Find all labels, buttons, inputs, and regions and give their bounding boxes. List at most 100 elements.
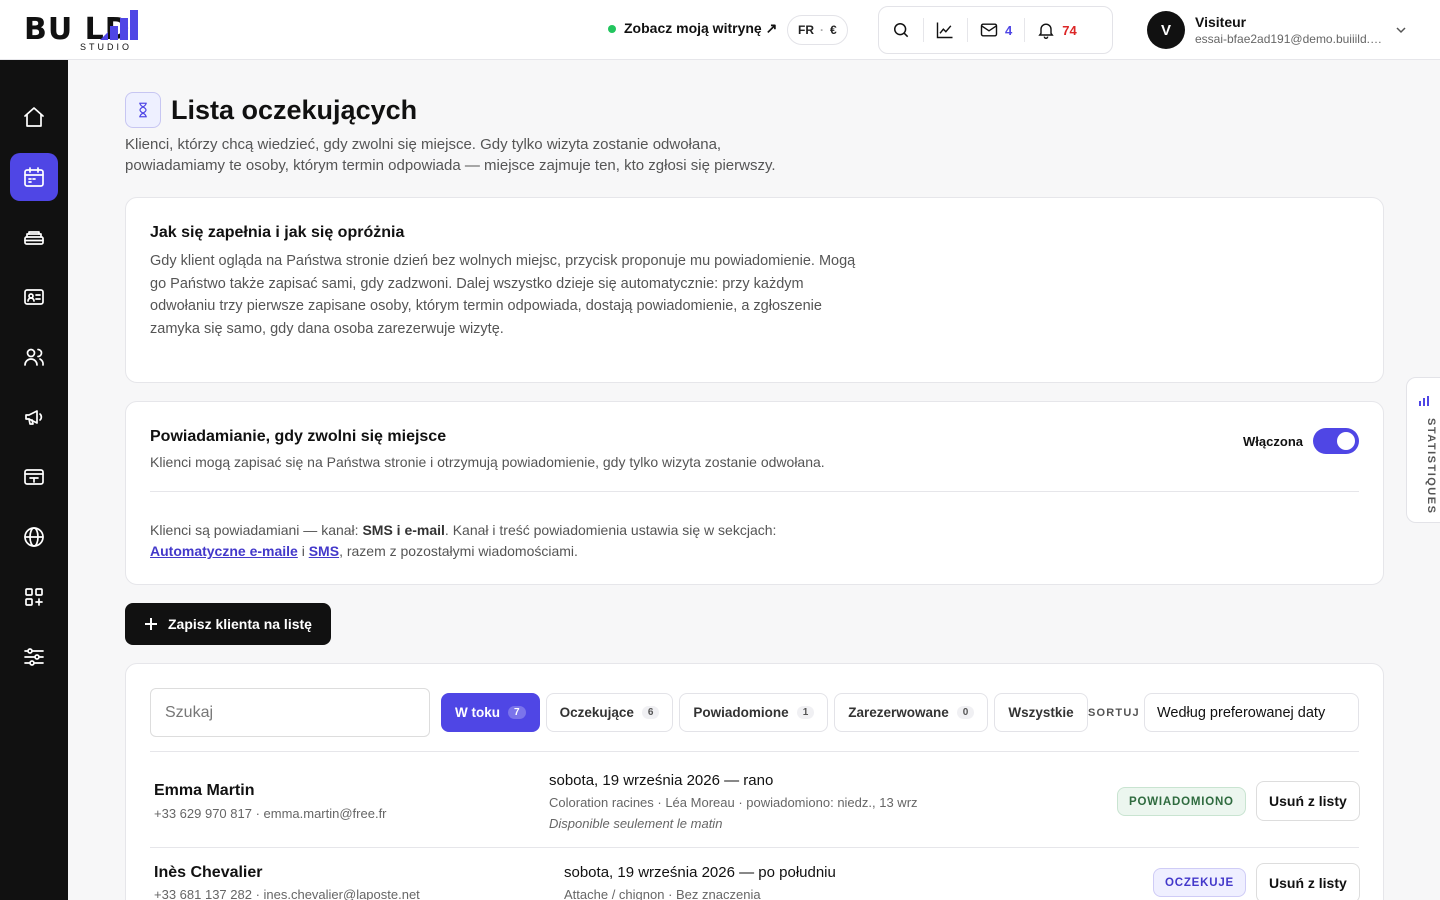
toggle-label: Włączona [1243,433,1303,449]
filter-label: Oczekujące [559,705,634,720]
request-details: Attache / chignon · Bez znaczenia [564,887,761,900]
filter-all[interactable]: Wszystkie [994,693,1088,732]
sidebar-item-calendar[interactable] [10,153,58,201]
info-channel: SMS i e-mail [362,522,445,538]
filter-count: 1 [796,706,815,719]
client-contact: +33 681 137 282 · ines.chevalier@laposte… [154,887,420,900]
sidebar-item-apps[interactable] [10,573,58,621]
status-badge: POWIADOMIONO [1117,787,1246,816]
page-title: Lista oczekujących [171,94,418,125]
list-divider [150,847,1359,848]
how-it-works-text: Gdy klient ogląda na Państwa stronie dzi… [150,253,856,337]
info-middle: . Kanał i treść powiadomienia ustawia si… [444,522,777,538]
megaphone-icon [25,410,43,425]
filter-count: 6 [641,706,660,719]
user-menu[interactable]: V Visiteur essai-bfae2ad191@demo.buiiild… [1147,11,1385,49]
sort-label: SORTUJ [1088,707,1140,719]
apps-icon [25,588,43,606]
notifications-button[interactable]: 74 [1024,6,1088,54]
sidebar-item-checkout[interactable] [10,453,58,501]
filter-label: Wszystkie [1008,705,1074,720]
automatic-emails-link[interactable]: Automatyczne e-maile [150,543,298,559]
sidebar-item-contacts[interactable] [10,273,58,321]
info-suffix: , razem z pozostałymi wiadomościami. [339,543,578,559]
header-tools: 4 74 [878,6,1113,54]
preferred-date: sobota, 19 września 2026 — po południu [564,864,836,881]
search-button[interactable] [879,6,923,54]
cash-register-icon [24,469,44,485]
preferred-date: sobota, 19 września 2026 — rano [549,772,774,789]
page-header: Lista oczekujących Klienci, którzy chcą … [125,92,1384,176]
notification-settings-card: Powiadamianie, gdy zwolni się miejsce Kl… [125,401,1384,585]
add-client-label: Zapisz klienta na listę [168,616,312,632]
messages-button[interactable]: 4 [967,6,1024,54]
sidebar-item-services[interactable] [10,213,58,261]
hourglass-icon [139,102,147,118]
user-name: Visiteur [1195,14,1247,30]
messages-count: 4 [1005,22,1013,38]
bell-icon [1038,23,1054,39]
view-site-link[interactable]: Zobacz moją witrynę ↗ [608,20,777,37]
client-name: Inès Chevalier [154,864,263,881]
remove-from-list-button[interactable]: Usuń z listy [1256,863,1360,900]
stats-button[interactable] [923,6,967,54]
statistics-side-tab[interactable]: STATISTIQUES [1406,377,1440,523]
filter-label: W toku [455,705,500,720]
info-prefix: Klienci są powiadamiani — kanał: [150,522,363,538]
search-icon [894,23,909,38]
filter-count: 7 [508,706,526,719]
live-status-dot [608,24,616,33]
language-separator: · [820,23,824,37]
client-name: Emma Martin [154,782,255,799]
title-row: Lista oczekujących [125,92,1384,128]
bar-chart-icon [1419,396,1429,406]
home-icon [24,107,44,127]
sort-select[interactable]: Według preferowanej daty [1144,693,1359,732]
client-note: Disponible seulement le matin [549,816,723,831]
filter-booked[interactable]: Zarezerwowane 0 [834,693,989,732]
build-studio-logo[interactable]: BU LD STUDIO [24,8,184,52]
status-filters: W toku 7 Oczekujące 6 Powiadomione 1 Zar… [441,693,1088,732]
user-email: essai-bfae2ad191@demo.buiiild.c... [1195,32,1385,46]
logo-bars-icon [100,10,138,40]
currency-symbol: € [830,23,837,37]
notification-channel-info: Klienci są powiadamiani — kanał: SMS i e… [150,520,776,562]
list-divider [150,751,1359,752]
logo-subtitle: STUDIO [80,42,133,52]
sidebar-item-clients[interactable] [10,333,58,381]
chevron-down-icon[interactable] [1395,24,1407,36]
notification-title: Powiadamianie, gdy zwolni się miejsce [150,428,447,445]
sliders-icon [24,648,44,666]
sidebar [0,60,68,900]
sidebar-item-marketing[interactable] [10,393,58,441]
notification-toggle[interactable] [1313,428,1359,454]
remove-from-list-button[interactable]: Usuń z listy [1256,781,1360,821]
status-badge: OCZEKUJE [1153,868,1247,897]
client-contact: +33 629 970 817 · emma.martin@free.fr [154,806,387,821]
top-bar: BU LD STUDIO Zobacz moją witrynę ↗ FR · … [0,0,1440,60]
contact-card-icon [24,289,44,305]
services-icon [24,231,44,245]
filter-label: Zarezerwowane [848,705,949,720]
filter-waiting[interactable]: Oczekujące 6 [545,693,674,732]
language-code: FR [798,23,814,37]
search-input[interactable] [150,688,430,737]
filter-notified[interactable]: Powiadomione 1 [679,693,829,732]
globe-icon [24,527,44,547]
add-client-button[interactable]: Zapisz klienta na listę [125,603,331,645]
sidebar-item-settings[interactable] [10,633,58,681]
sms-link[interactable]: SMS [309,543,339,559]
sidebar-item-home[interactable] [10,93,58,141]
filter-in-progress[interactable]: W toku 7 [441,693,540,732]
sidebar-item-website[interactable] [10,513,58,561]
filter-count: 0 [956,706,975,719]
notifications-count: 74 [1062,22,1077,38]
language-currency-switch[interactable]: FR · € [787,15,848,45]
info-and: i [297,543,309,559]
chart-line-icon [936,22,953,39]
request-details: Coloration racines · Léa Moreau · powiad… [549,795,918,810]
plus-icon [145,618,157,630]
title-icon-box [125,92,161,128]
view-site-label: Zobacz moją witrynę ↗ [624,20,778,36]
page-description: Klienci, którzy chcą wiedzieć, gdy zwoln… [125,136,776,174]
